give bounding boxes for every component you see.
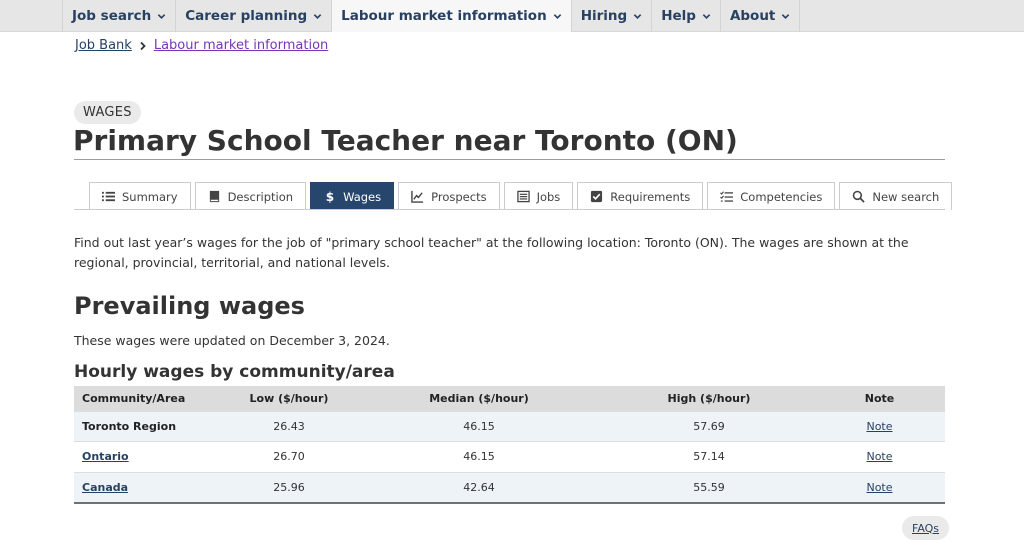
tab-summary[interactable]: Summary [89,182,191,210]
chevron-down-icon [782,13,790,19]
table-header-row: Community/Area Low ($/hour) Median ($/ho… [74,386,945,411]
community-name: Toronto Region [74,410,224,442]
high-wage: 57.14 [604,441,814,473]
title-divider [74,159,945,160]
wages-table: Community/Area Low ($/hour) Median ($/ho… [74,386,945,504]
breadcrumb-job-bank-link[interactable]: Job Bank [75,38,132,53]
median-wage: 42.64 [354,471,604,504]
chevron-down-icon [633,13,642,19]
breadcrumb: Job Bank Labour market information [75,38,328,53]
tab-requirements[interactable]: Requirements [577,182,704,210]
nav-label: Job search [72,8,152,24]
nav-label: Labour market information [341,8,547,24]
tab-label: Description [227,189,294,204]
checklist-icon [720,191,734,202]
main-navigation: Job search Career planning Labour market… [0,0,1024,32]
tab-wages[interactable]: $ Wages [310,182,395,210]
list-icon [102,191,115,202]
chevron-right-icon [140,41,146,50]
tab-label: Wages [343,189,382,204]
nav-about[interactable]: About [721,0,801,32]
high-wage: 55.59 [604,471,814,504]
table-row: Ontario 26.70 46.15 57.14 Note [74,441,945,473]
note-cell: Note [814,441,945,473]
tab-prospects[interactable]: Prospects [398,182,500,210]
chevron-down-icon [553,13,561,19]
community-cell: Ontario [74,441,224,473]
book-icon [209,190,219,203]
table-title: Hourly wages by community/area [74,362,395,382]
note-cell: Note [814,410,945,442]
page-title: Primary School Teacher near Toronto (ON) [73,124,738,157]
tab-label: Summary [122,189,178,204]
median-wage: 46.15 [354,410,604,442]
svg-text:$: $ [326,190,334,203]
tabs-divider [74,209,945,210]
intro-paragraph: Find out last year’s wages for the job o… [74,235,909,270]
low-wage: 26.70 [224,441,354,473]
tab-competencies[interactable]: Competencies [707,182,836,210]
dollar-icon: $ [326,190,334,203]
tab-label: New search [872,189,940,204]
updated-date-text: These wages were updated on December 3, … [74,333,390,348]
trend-chart-icon [411,190,424,203]
section-badge: WAGES [74,101,141,124]
table-row: Toronto Region 26.43 46.15 57.69 Note [74,410,945,442]
nav-label: Hiring [580,8,628,24]
search-icon [853,190,866,203]
nav-label: About [729,8,776,24]
chevron-down-icon [702,13,711,19]
tab-description[interactable]: Description [194,182,307,210]
chevron-down-icon [313,13,322,19]
section-title: Prevailing wages [74,292,305,320]
table-row: Canada 25.96 42.64 55.59 Note [74,471,945,504]
note-link[interactable]: Note [866,450,892,463]
median-wage: 46.15 [354,441,604,473]
low-wage: 25.96 [224,471,354,504]
tab-new-search[interactable]: New search [839,182,953,210]
community-link-canada[interactable]: Canada [82,481,128,494]
nav-job-search[interactable]: Job search [62,0,177,32]
nav-hiring[interactable]: Hiring [572,0,653,32]
nav-help[interactable]: Help [652,0,721,32]
tab-label: Jobs [536,189,561,204]
high-wage: 57.69 [604,410,814,442]
report-tabs: Summary Description $ Wages Prospects Jo… [89,182,956,210]
column-header-median: Median ($/hour) [354,386,604,411]
low-wage: 26.43 [224,410,354,442]
note-link[interactable]: Note [866,481,892,494]
breadcrumb-labour-market-link[interactable]: Labour market information [154,38,328,53]
community-link-ontario[interactable]: Ontario [82,450,129,463]
nav-label: Help [661,8,696,24]
column-header-community: Community/Area [74,386,224,411]
checkbox-icon [591,190,603,203]
column-header-note: Note [814,386,945,411]
note-link[interactable]: Note [866,420,892,433]
nav-labour-market-information[interactable]: Labour market information [332,0,572,32]
faqs-link[interactable]: FAQs [902,516,950,540]
nav-label: Career planning [185,8,308,24]
jobs-list-icon [516,190,530,203]
column-header-low: Low ($/hour) [224,386,354,411]
tab-label: Prospects [431,189,487,204]
tab-jobs[interactable]: Jobs [503,182,574,210]
nav-career-planning[interactable]: Career planning [176,0,333,32]
tab-label: Requirements [610,189,691,204]
chevron-down-icon [158,13,166,19]
tab-label: Competencies [740,189,823,204]
community-cell: Canada [74,471,224,504]
column-header-high: High ($/hour) [604,386,814,411]
note-cell: Note [814,471,945,504]
